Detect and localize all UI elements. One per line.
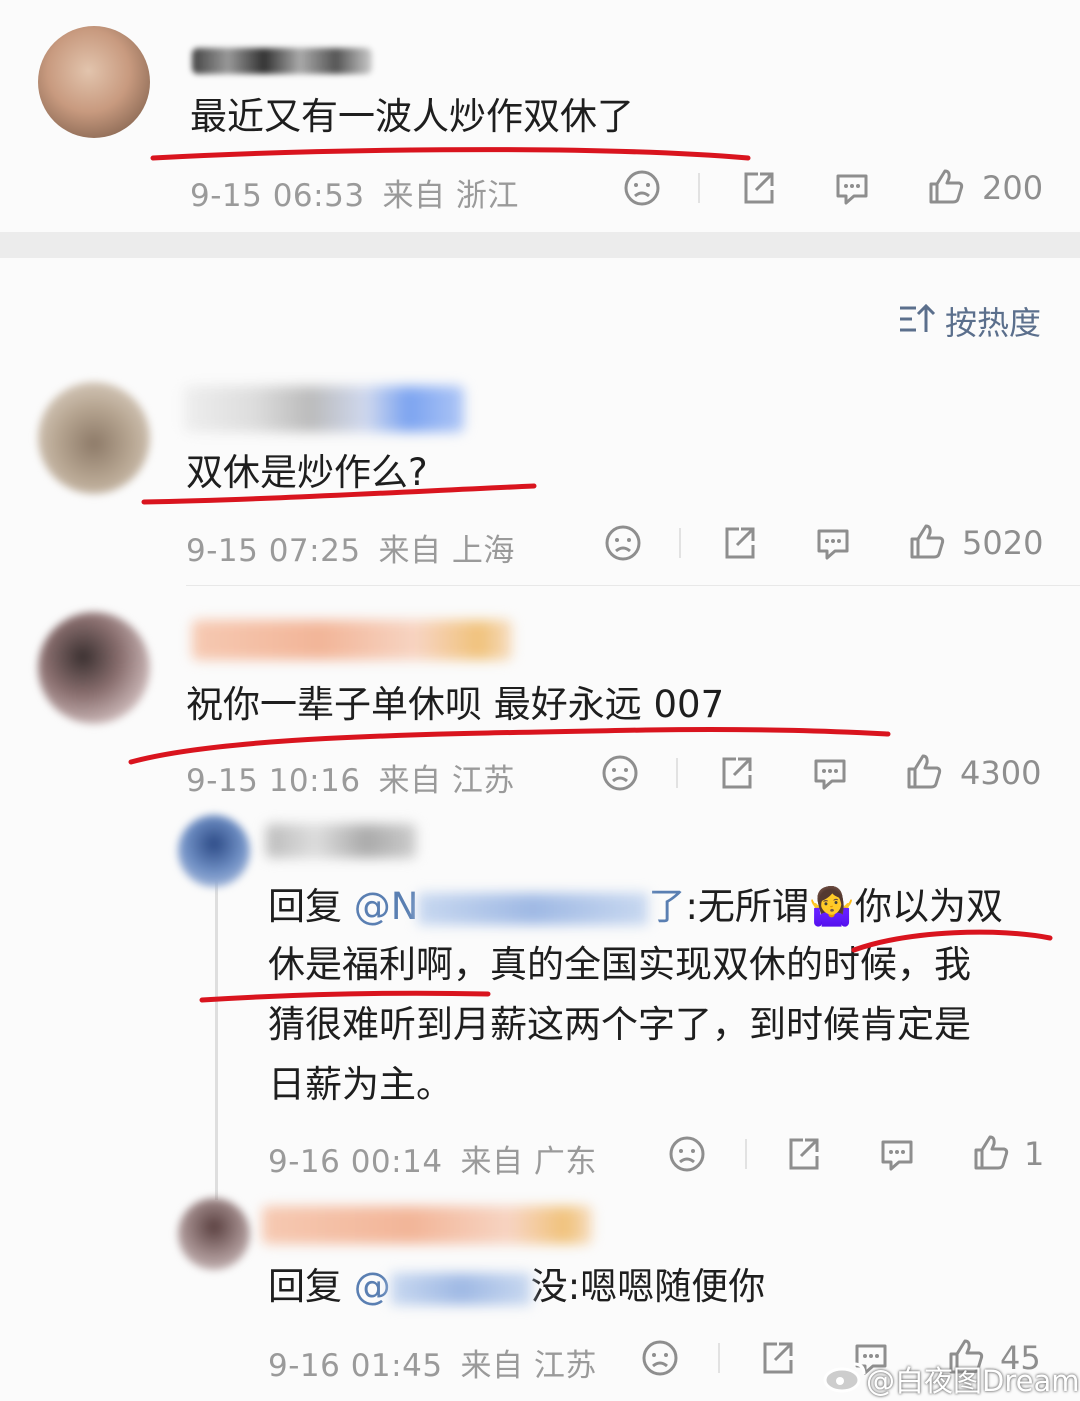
action-divider <box>718 1343 720 1373</box>
shrug-emoji: 🤷‍♀️ <box>808 885 855 928</box>
like-icon[interactable] <box>903 751 945 793</box>
replier-avatar[interactable] <box>178 1198 250 1270</box>
comment-region: 来自 上海 <box>378 533 515 569</box>
comment-meta: 9-15 10:16 来自 江苏 <box>186 755 515 800</box>
share-icon[interactable] <box>783 1134 823 1174</box>
watermark-text: @白夜图Dream <box>866 1364 1080 1398</box>
comment-icon[interactable] <box>877 1134 917 1174</box>
reply-time: 9-16 01:45 <box>268 1348 443 1384</box>
comment-like-count[interactable]: 5020 <box>962 524 1043 562</box>
action-divider <box>745 1139 747 1169</box>
comment-icon[interactable] <box>810 753 850 793</box>
comment-divider <box>186 585 1080 586</box>
post-time: 9-15 06:53 <box>190 178 365 214</box>
replier-name[interactable] <box>262 1206 592 1244</box>
reply-time: 9-16 00:14 <box>268 1144 443 1180</box>
comment-time: 9-15 10:16 <box>186 763 361 799</box>
comment-like-count[interactable]: 4300 <box>960 754 1041 792</box>
like-icon[interactable] <box>970 1132 1012 1174</box>
comment-text: 祝你一辈子单休呗 最好永远 007 <box>186 683 725 726</box>
dislike-icon[interactable] <box>603 523 643 563</box>
reply-mention[interactable]: @ <box>354 1265 391 1308</box>
mention-blur <box>390 1272 531 1305</box>
reply-thread-line <box>215 880 218 1200</box>
comment-text: 双休是炒作么? <box>186 451 428 494</box>
share-icon[interactable] <box>738 168 778 208</box>
action-divider <box>679 528 681 558</box>
share-icon[interactable] <box>719 523 759 563</box>
post-text: 最近又有一波人炒作双休了 <box>190 95 634 138</box>
post-author-name[interactable] <box>192 48 372 74</box>
reply-mention[interactable]: @N <box>354 885 419 928</box>
post-like-count[interactable]: 200 <box>982 169 1043 207</box>
replier-avatar[interactable] <box>178 815 250 887</box>
sort-icon[interactable] <box>898 302 936 336</box>
reply-line-4: 日薪为主。 <box>268 1063 453 1106</box>
post-region: 来自 浙江 <box>382 178 519 214</box>
reply-meta: 9-16 00:14 来自 广东 <box>268 1136 597 1181</box>
dislike-icon[interactable] <box>622 168 662 208</box>
reply-like-count[interactable]: 1 <box>1024 1135 1044 1173</box>
reply-region: 来自 广东 <box>460 1144 597 1180</box>
replier-name[interactable] <box>266 824 416 858</box>
underline-annotation <box>150 147 751 161</box>
action-divider <box>676 758 678 788</box>
reply-meta: 9-16 01:45 来自 江苏 <box>268 1340 597 1385</box>
commenter-avatar[interactable] <box>38 612 150 724</box>
reply-line-1: 回复 @N 了:无所谓🤷‍♀️你以为双 <box>268 885 1003 928</box>
comment-region: 来自 江苏 <box>378 763 515 799</box>
sort-label[interactable]: 按热度 <box>945 298 1041 344</box>
reply-region: 来自 江苏 <box>460 1348 597 1384</box>
commenter-avatar[interactable] <box>38 382 150 494</box>
commenter-name[interactable] <box>192 620 512 660</box>
dislike-icon[interactable] <box>600 753 640 793</box>
like-icon[interactable] <box>925 166 967 208</box>
section-divider <box>0 232 1080 258</box>
comment-time: 9-15 07:25 <box>186 533 361 569</box>
dislike-icon[interactable] <box>667 1134 707 1174</box>
action-divider <box>698 173 700 203</box>
reply-line-2: 休是福利啊，真的全国实现双休的时候，我 <box>268 943 971 986</box>
commenter-name[interactable] <box>184 386 464 432</box>
comment-meta: 9-15 07:25 来自 上海 <box>186 525 515 570</box>
dislike-icon[interactable] <box>640 1338 680 1378</box>
like-icon[interactable] <box>906 521 948 563</box>
comment-icon[interactable] <box>813 523 853 563</box>
post-meta: 9-15 06:53 来自 浙江 <box>190 170 519 215</box>
share-icon[interactable] <box>716 753 756 793</box>
comment-icon[interactable] <box>832 168 872 208</box>
post-author-avatar[interactable] <box>38 26 150 138</box>
weibo-logo-icon <box>822 1358 868 1398</box>
share-icon[interactable] <box>757 1338 797 1378</box>
reply-line-3: 猜很难听到月薪这两个字了，到时候肯定是 <box>268 1003 971 1046</box>
reply-line-1: 回复 @ 没:嗯嗯随便你 <box>268 1265 766 1308</box>
mention-blur <box>418 892 649 925</box>
